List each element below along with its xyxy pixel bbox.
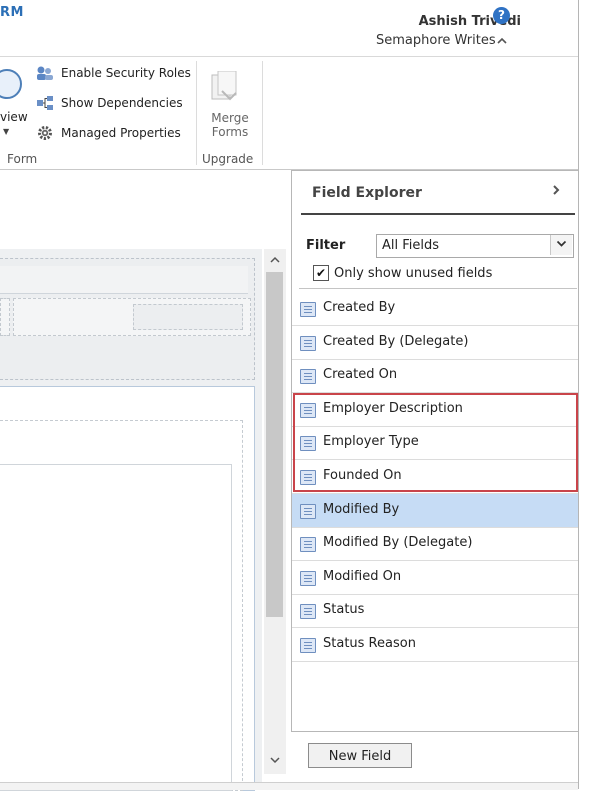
chevron-up-icon[interactable] [496,36,508,49]
field-icon [300,638,316,653]
field-item[interactable]: Modified By (Delegate) [292,527,578,562]
window-border [578,0,579,789]
field-label: Created By [323,300,396,315]
field-icon [300,604,316,620]
title-underline [301,213,575,215]
ribbon-separator [262,61,263,165]
field-label: Status Reason [323,636,416,651]
ribbon: view ▼ Enable Security Roles Show Depend… [0,57,578,170]
explorer-separator [299,288,577,289]
field-explorer-title: Field Explorer [312,185,422,201]
field-label: Modified By (Delegate) [323,535,473,551]
security-roles-icon [37,66,53,80]
field-label: Created By (Delegate) [323,333,469,349]
filter-select-value[interactable]: All Fields [382,238,439,253]
field-icon [300,537,316,553]
chevron-right-icon[interactable] [551,184,561,200]
field-label: Modified On [323,568,402,584]
field-item[interactable]: Created By (Delegate) [292,326,578,360]
dependencies-icon [37,96,53,110]
app-title: RM [0,5,24,20]
header-field-slot[interactable] [133,304,243,330]
form-group-label: Form [7,152,38,166]
field-label: Modified By [323,501,400,517]
show-dependencies-label: Show Dependencies [61,96,183,110]
chevron-down-icon[interactable] [550,235,572,255]
magnifier-icon[interactable] [0,69,22,99]
only-unused-checkbox[interactable]: ✔ [313,265,329,281]
field-label: Created On [323,367,398,383]
field-icon [300,335,316,351]
only-unused-label[interactable]: Only show unused fields [334,266,492,281]
org-name[interactable]: Semaphore Writes [376,33,496,48]
field-item[interactable]: Created On [292,359,578,394]
upgrade-group-label: Upgrade [202,152,254,166]
enable-security-roles-label: Enable Security Roles [61,66,191,80]
form-field-area[interactable] [0,464,232,791]
form-tab-bar[interactable] [0,266,248,294]
new-field-button[interactable]: New Field [308,743,412,768]
field-icon [300,503,316,519]
field-item[interactable]: Created By [292,292,578,326]
merge-forms-label[interactable]: Merge Forms [208,111,252,139]
highlight-box [293,393,578,492]
field-item-selected[interactable]: Modified By [292,493,578,528]
field-icon [300,369,316,385]
ribbon-separator [196,61,197,165]
question-circle-icon[interactable]: ? [493,7,510,24]
managed-properties-label: Managed Properties [61,126,181,140]
field-item[interactable]: Modified On [292,561,578,595]
preview-button-label[interactable]: view [0,110,28,124]
filter-label: Filter [306,238,346,253]
field-item[interactable]: Status Reason [292,628,578,662]
merge-forms-icon[interactable] [210,71,238,105]
field-icon [300,302,316,317]
scroll-up-icon[interactable] [264,251,286,271]
scrollbar-thumb[interactable] [266,272,283,617]
field-icon [300,570,316,586]
header-field-box[interactable] [0,298,10,336]
dropdown-arrow-icon[interactable]: ▼ [3,127,9,136]
field-item[interactable]: Status [292,594,578,629]
field-label: Status [323,602,365,618]
scroll-down-icon[interactable] [264,751,286,771]
gear-icon [38,126,52,140]
